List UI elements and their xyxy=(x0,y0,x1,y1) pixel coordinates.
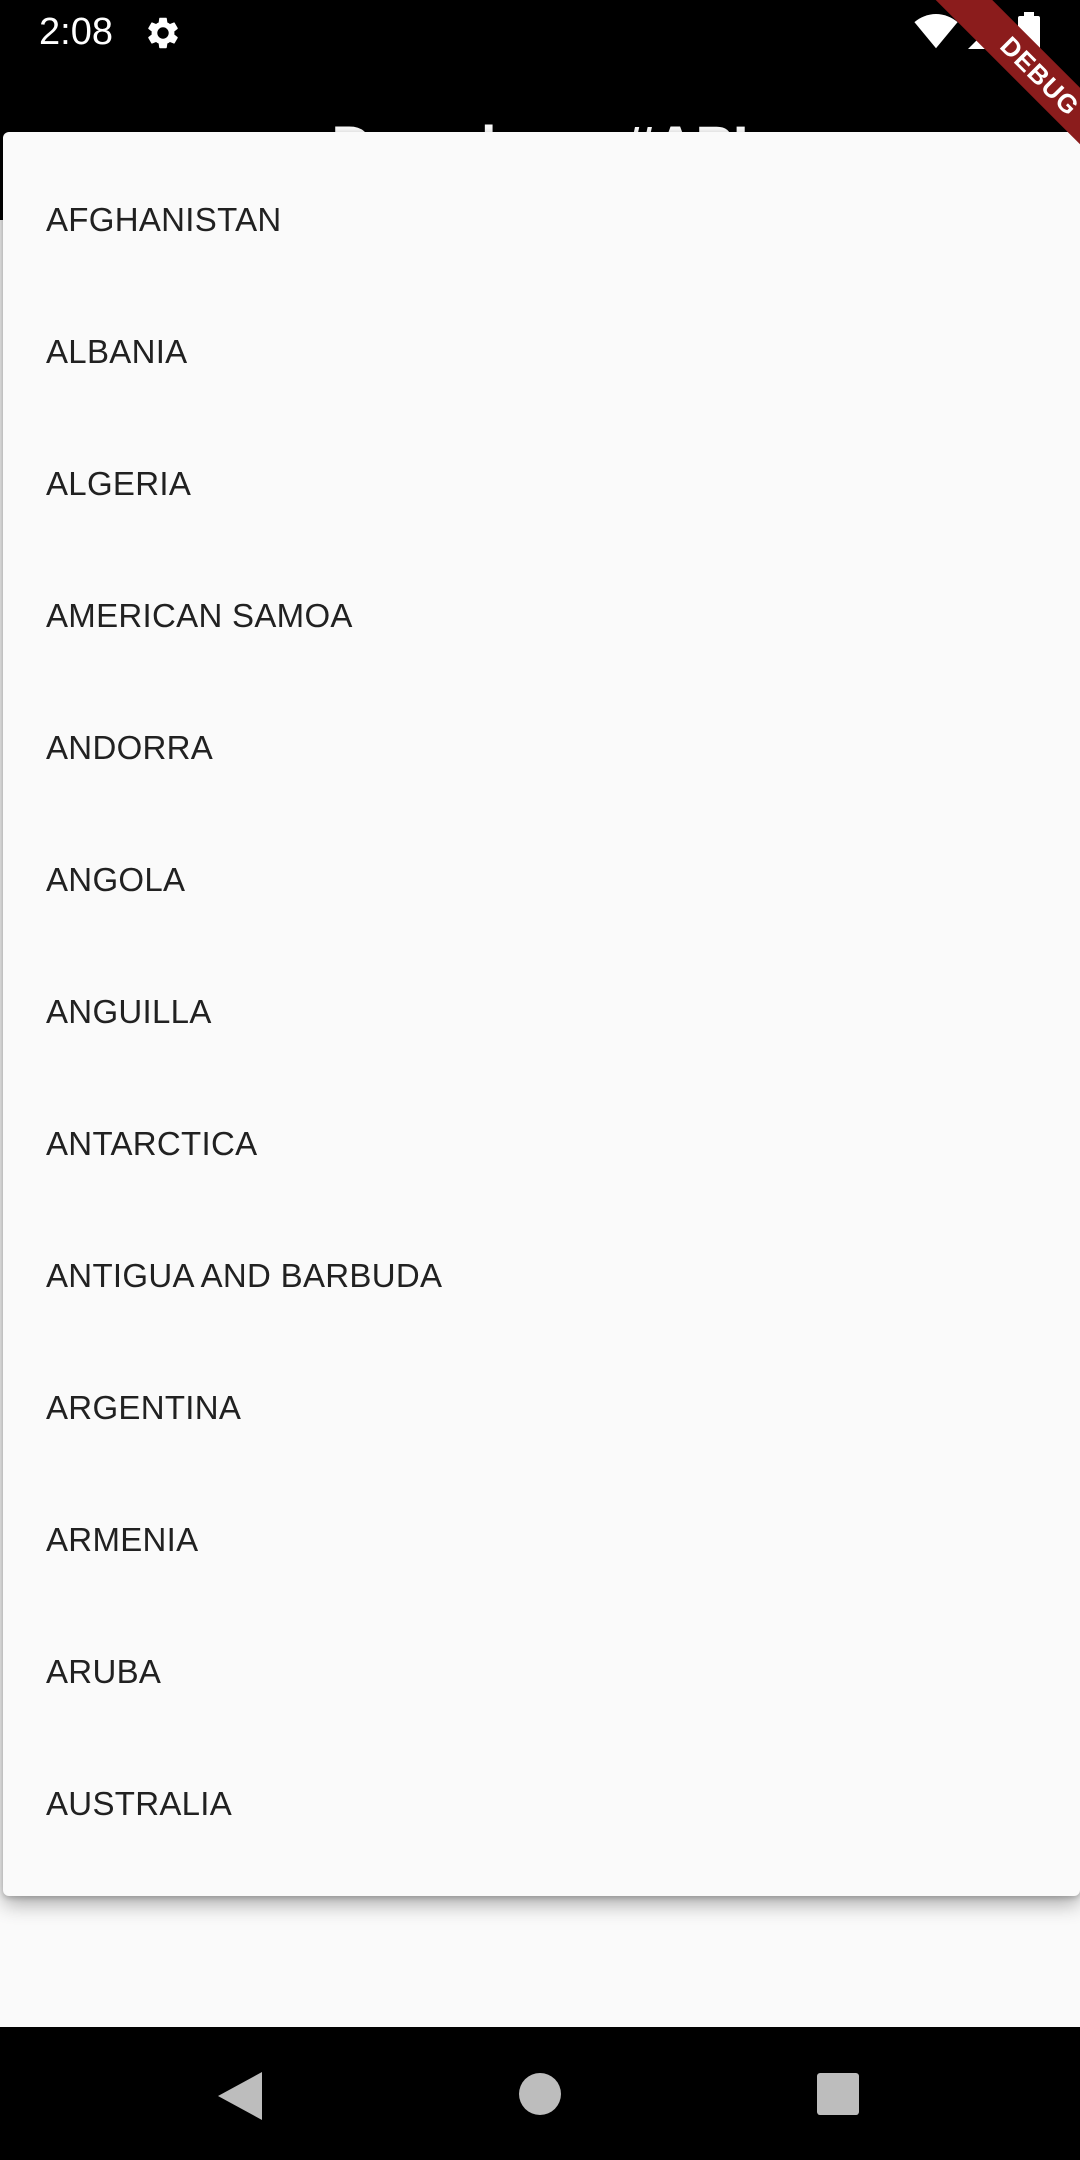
dropdown-item-american-samoa[interactable]: AMERICAN SAMOA xyxy=(3,550,1080,682)
battery-icon xyxy=(1018,12,1040,52)
home-icon[interactable] xyxy=(519,2073,561,2115)
navigation-bar xyxy=(0,2027,1080,2160)
status-bar: 2:08 xyxy=(0,0,1080,66)
cell-signal-icon xyxy=(968,15,1002,49)
status-time: 2:08 xyxy=(39,11,113,53)
dropdown-item-australia[interactable]: AUSTRALIA xyxy=(3,1738,1080,1870)
dropdown-item-angola[interactable]: ANGOLA xyxy=(3,814,1080,946)
dropdown-item-aruba[interactable]: ARUBA xyxy=(3,1606,1080,1738)
dropdown-item-antigua-and-barbuda[interactable]: ANTIGUA AND BARBUDA xyxy=(3,1210,1080,1342)
wifi-icon xyxy=(914,14,958,49)
dropdown-item-andorra[interactable]: ANDORRA xyxy=(3,682,1080,814)
country-dropdown-menu[interactable]: AFGHANISTAN ALBANIA ALGERIA AMERICAN SAM… xyxy=(3,132,1080,1896)
recent-apps-icon[interactable] xyxy=(816,2073,860,2115)
dropdown-item-albania[interactable]: ALBANIA xyxy=(3,286,1080,418)
back-icon[interactable] xyxy=(218,2072,262,2120)
dropdown-item-argentina[interactable]: ARGENTINA xyxy=(3,1342,1080,1474)
dropdown-item-anguilla[interactable]: ANGUILLA xyxy=(3,946,1080,1078)
dropdown-item-antarctica[interactable]: ANTARCTICA xyxy=(3,1078,1080,1210)
dropdown-item-afghanistan[interactable]: AFGHANISTAN xyxy=(3,154,1080,286)
settings-gear-icon xyxy=(148,17,178,49)
dropdown-item-algeria[interactable]: ALGERIA xyxy=(3,418,1080,550)
dropdown-item-armenia[interactable]: ARMENIA xyxy=(3,1474,1080,1606)
